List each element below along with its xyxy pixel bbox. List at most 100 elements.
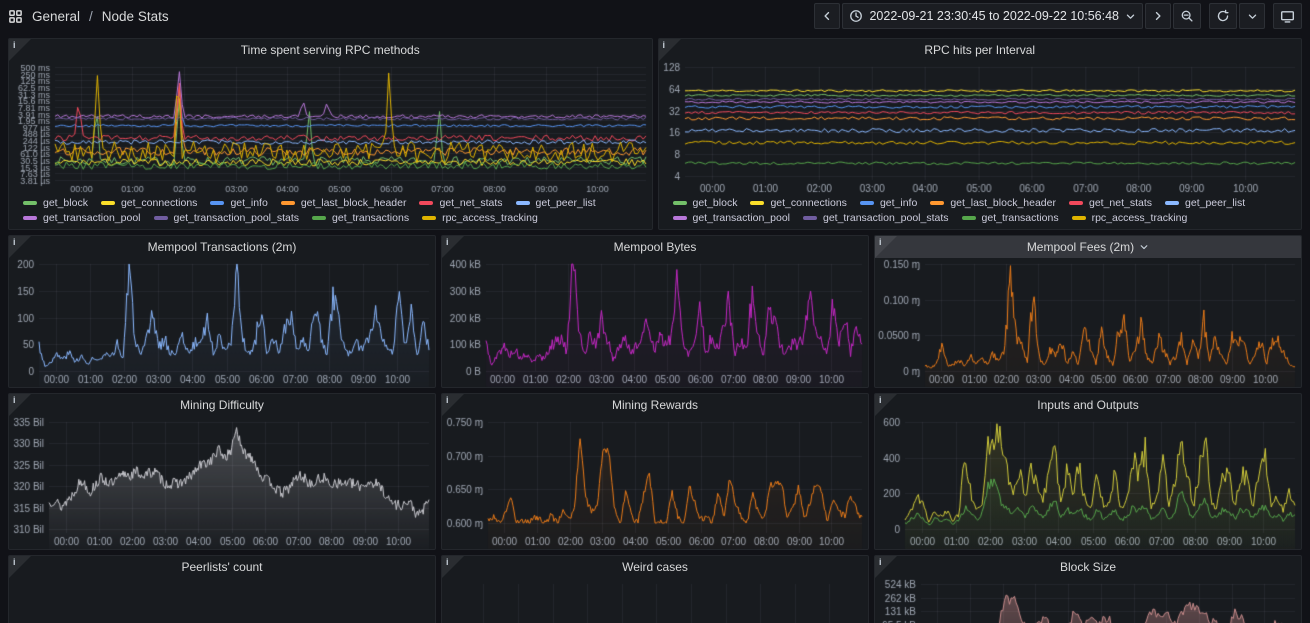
legend-label: get_transactions bbox=[332, 212, 409, 224]
panel-peerlists-count: i Peerlists' count bbox=[8, 555, 436, 623]
legend-label: get_transaction_pool_stats bbox=[174, 212, 300, 224]
chart-canvas[interactable] bbox=[9, 416, 435, 549]
chart-canvas[interactable] bbox=[9, 258, 435, 387]
legend-item[interactable]: get_connections bbox=[750, 197, 846, 209]
legend-swatch bbox=[419, 201, 433, 205]
clock-icon bbox=[849, 9, 863, 23]
legend-swatch bbox=[673, 216, 687, 220]
legend-item[interactable]: get_last_block_header bbox=[281, 197, 407, 209]
legend-item[interactable]: get_transaction_pool_stats bbox=[154, 212, 300, 224]
legend-item[interactable]: rpc_access_tracking bbox=[1072, 212, 1188, 224]
chevron-down-icon bbox=[1125, 11, 1136, 22]
legend-item[interactable]: get_transaction_pool_stats bbox=[803, 212, 949, 224]
legend-item[interactable]: get_connections bbox=[101, 197, 197, 209]
panel-title[interactable]: Mempool Bytes bbox=[442, 236, 868, 258]
chart-canvas[interactable] bbox=[442, 416, 868, 549]
legend-swatch bbox=[154, 216, 168, 220]
legend-swatch bbox=[962, 216, 976, 220]
legend-item[interactable]: get_info bbox=[210, 197, 267, 209]
chart-canvas[interactable] bbox=[9, 578, 435, 623]
panel-info-corner[interactable]: i bbox=[9, 394, 31, 416]
time-shift-forward-button[interactable] bbox=[1145, 3, 1171, 29]
legend-item[interactable]: get_peer_list bbox=[1165, 197, 1245, 209]
panel-title[interactable]: Block Size bbox=[875, 556, 1301, 578]
legend-swatch bbox=[281, 201, 295, 205]
time-range-picker-button[interactable]: 2022-09-21 23:30:45 to 2022-09-22 10:56:… bbox=[842, 3, 1143, 29]
tv-mode-button[interactable] bbox=[1273, 3, 1302, 29]
legend-label: get_transaction_pool bbox=[693, 212, 791, 224]
breadcrumb-dashboard-title[interactable]: Node Stats bbox=[102, 9, 169, 24]
panel-title[interactable]: Mempool Transactions (2m) bbox=[9, 236, 435, 258]
chart-legend: get_block get_connections get_info get_last… bbox=[659, 196, 1302, 229]
legend-item[interactable]: get_peer_list bbox=[516, 197, 596, 209]
legend-item[interactable]: get_net_stats bbox=[1069, 197, 1152, 209]
panel-mempool-transactions: i Mempool Transactions (2m) bbox=[8, 235, 436, 388]
panel-mempool-bytes: i Mempool Bytes bbox=[441, 235, 869, 388]
panel-info-corner[interactable]: i bbox=[9, 556, 31, 578]
panel-title[interactable]: RPC hits per Interval bbox=[659, 39, 1302, 61]
legend-item[interactable]: get_block bbox=[23, 197, 88, 209]
legend-swatch bbox=[750, 201, 764, 205]
panel-info-corner[interactable]: i bbox=[442, 236, 464, 258]
top-navbar: General / Node Stats 2022-09-21 23:30:45… bbox=[0, 0, 1310, 32]
legend-label: get_connections bbox=[121, 197, 197, 209]
time-shift-back-button[interactable] bbox=[814, 3, 840, 29]
panel-rpc-hits: i RPC hits per Interval get_block get_con… bbox=[658, 38, 1303, 230]
legend-item[interactable]: get_net_stats bbox=[419, 197, 502, 209]
refresh-interval-dropdown[interactable] bbox=[1239, 3, 1265, 29]
chart-canvas[interactable] bbox=[442, 258, 868, 387]
panel-title[interactable]: Peerlists' count bbox=[9, 556, 435, 578]
chart-canvas[interactable] bbox=[442, 578, 868, 623]
panel-info-corner[interactable]: i bbox=[442, 394, 464, 416]
panel-info-corner[interactable]: i bbox=[659, 39, 681, 61]
zoom-out-button[interactable] bbox=[1173, 3, 1201, 29]
legend-item[interactable]: rpc_access_tracking bbox=[422, 212, 538, 224]
apps-grid-icon[interactable] bbox=[8, 9, 23, 24]
chart-legend: get_block get_connections get_info get_last… bbox=[9, 196, 652, 229]
panel-info-corner[interactable]: i bbox=[9, 236, 31, 258]
panel-title[interactable]: Weird cases bbox=[442, 556, 868, 578]
legend-swatch bbox=[1069, 201, 1083, 205]
legend-item[interactable]: get_info bbox=[860, 197, 917, 209]
panel-info-corner[interactable]: i bbox=[442, 556, 464, 578]
legend-label: get_transactions bbox=[982, 212, 1059, 224]
legend-item[interactable]: get_transactions bbox=[312, 212, 409, 224]
chart-canvas[interactable] bbox=[875, 578, 1301, 623]
legend-item[interactable]: get_transaction_pool bbox=[673, 212, 791, 224]
chevron-down-icon bbox=[1247, 11, 1258, 22]
chart-canvas[interactable] bbox=[659, 61, 1302, 196]
panel-title[interactable]: Time spent serving RPC methods bbox=[9, 39, 652, 61]
refresh-button[interactable] bbox=[1209, 3, 1237, 29]
tv-monitor-icon bbox=[1280, 9, 1295, 24]
legend-item[interactable]: get_block bbox=[673, 197, 738, 209]
panel-title[interactable]: Mining Rewards bbox=[442, 394, 868, 416]
breadcrumb-folder[interactable]: General bbox=[32, 9, 80, 24]
refresh-icon bbox=[1216, 9, 1230, 23]
zoom-out-icon bbox=[1180, 9, 1194, 23]
panel-info-corner[interactable]: i bbox=[875, 394, 897, 416]
legend-swatch bbox=[803, 216, 817, 220]
panel-title[interactable]: Mempool Fees (2m) bbox=[875, 236, 1301, 258]
panel-title[interactable]: Mining Difficulty bbox=[9, 394, 435, 416]
legend-label: get_peer_list bbox=[1185, 197, 1245, 209]
toolbar: 2022-09-21 23:30:45 to 2022-09-22 10:56:… bbox=[814, 3, 1302, 29]
legend-item[interactable]: get_last_block_header bbox=[930, 197, 1056, 209]
legend-swatch bbox=[1165, 201, 1179, 205]
panel-info-corner[interactable]: i bbox=[875, 236, 897, 258]
legend-item[interactable]: get_transactions bbox=[962, 212, 1059, 224]
legend-label: get_info bbox=[880, 197, 917, 209]
panel-info-corner[interactable]: i bbox=[9, 39, 31, 61]
legend-swatch bbox=[101, 201, 115, 205]
legend-swatch bbox=[860, 201, 874, 205]
panel-block-size: i Block Size bbox=[874, 555, 1302, 623]
panel-info-corner[interactable]: i bbox=[875, 556, 897, 578]
chart-canvas[interactable] bbox=[875, 258, 1301, 387]
chart-canvas[interactable] bbox=[9, 61, 652, 196]
legend-item[interactable]: get_transaction_pool bbox=[23, 212, 141, 224]
legend-swatch bbox=[210, 201, 224, 205]
panel-title[interactable]: Inputs and Outputs bbox=[875, 394, 1301, 416]
chart-canvas[interactable] bbox=[875, 416, 1301, 549]
panel-mining-difficulty: i Mining Difficulty bbox=[8, 393, 436, 550]
legend-label: get_net_stats bbox=[439, 197, 502, 209]
refresh-group bbox=[1209, 3, 1265, 29]
